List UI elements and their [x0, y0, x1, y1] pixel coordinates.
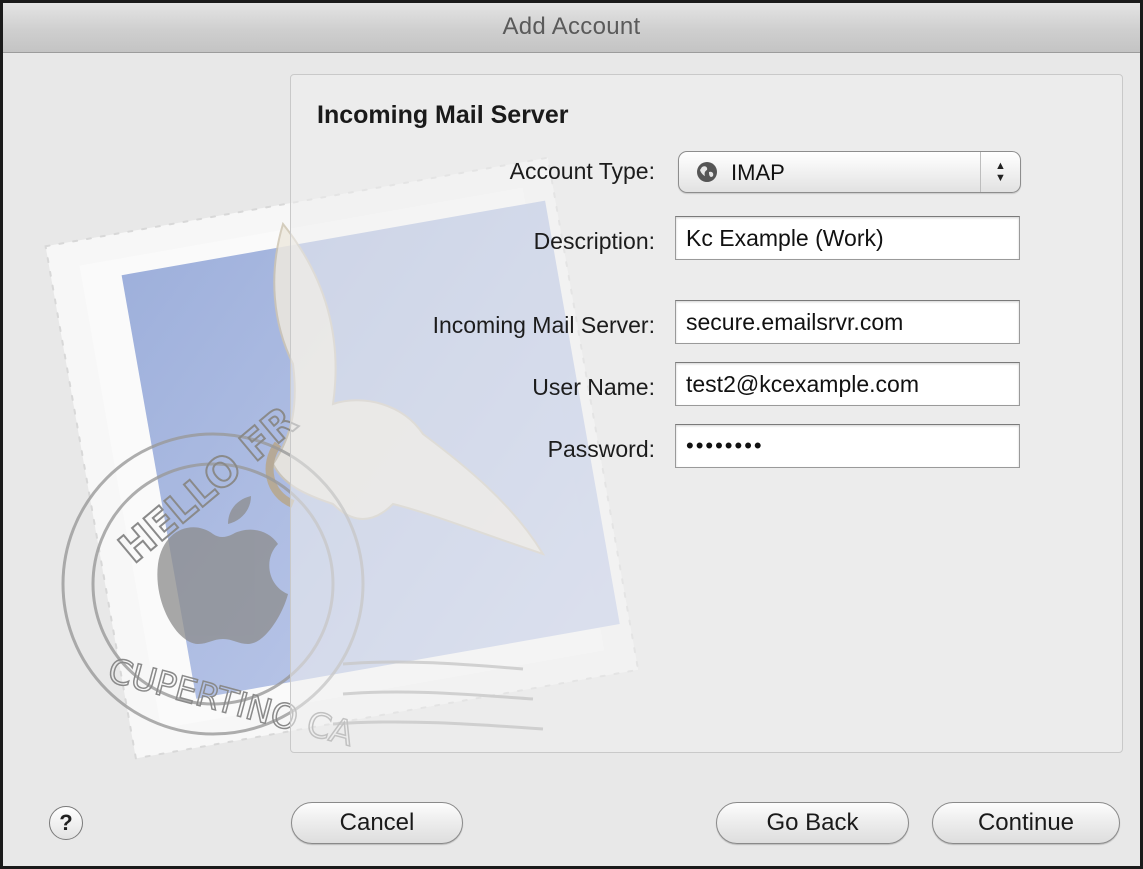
password-field[interactable]: ••••••••	[675, 424, 1020, 468]
content-area: HELLO FR CUPERTINO CA Incoming Mail Serv…	[3, 54, 1140, 866]
user-name-field[interactable]: test2@kcexample.com	[675, 362, 1020, 406]
user-name-label: User Name:	[532, 374, 655, 400]
password-label: Password:	[547, 436, 655, 462]
window-title: Add Account	[502, 13, 641, 40]
section-heading: Incoming Mail Server	[317, 101, 569, 129]
chevron-up-down-icon: ▲ ▼	[980, 152, 1020, 192]
account-type-value: IMAP	[731, 160, 785, 185]
help-button[interactable]: ?	[49, 806, 83, 840]
description-label: Description:	[533, 228, 655, 254]
title-bar[interactable]: Add Account	[3, 3, 1140, 53]
account-type-label: Account Type:	[509, 158, 655, 184]
incoming-server-field[interactable]: secure.emailsrvr.com	[675, 300, 1020, 344]
go-back-button[interactable]: Go Back	[716, 802, 909, 844]
add-account-window: Add Account HELLO FR CUPERTINO CA Incomi…	[0, 0, 1143, 869]
globe-icon	[697, 162, 717, 182]
description-field[interactable]: Kc Example (Work)	[675, 216, 1020, 260]
account-type-popup[interactable]: IMAP ▲ ▼	[678, 151, 1021, 193]
continue-button[interactable]: Continue	[932, 802, 1120, 844]
incoming-server-label: Incoming Mail Server:	[432, 312, 655, 338]
cancel-button[interactable]: Cancel	[291, 802, 463, 844]
